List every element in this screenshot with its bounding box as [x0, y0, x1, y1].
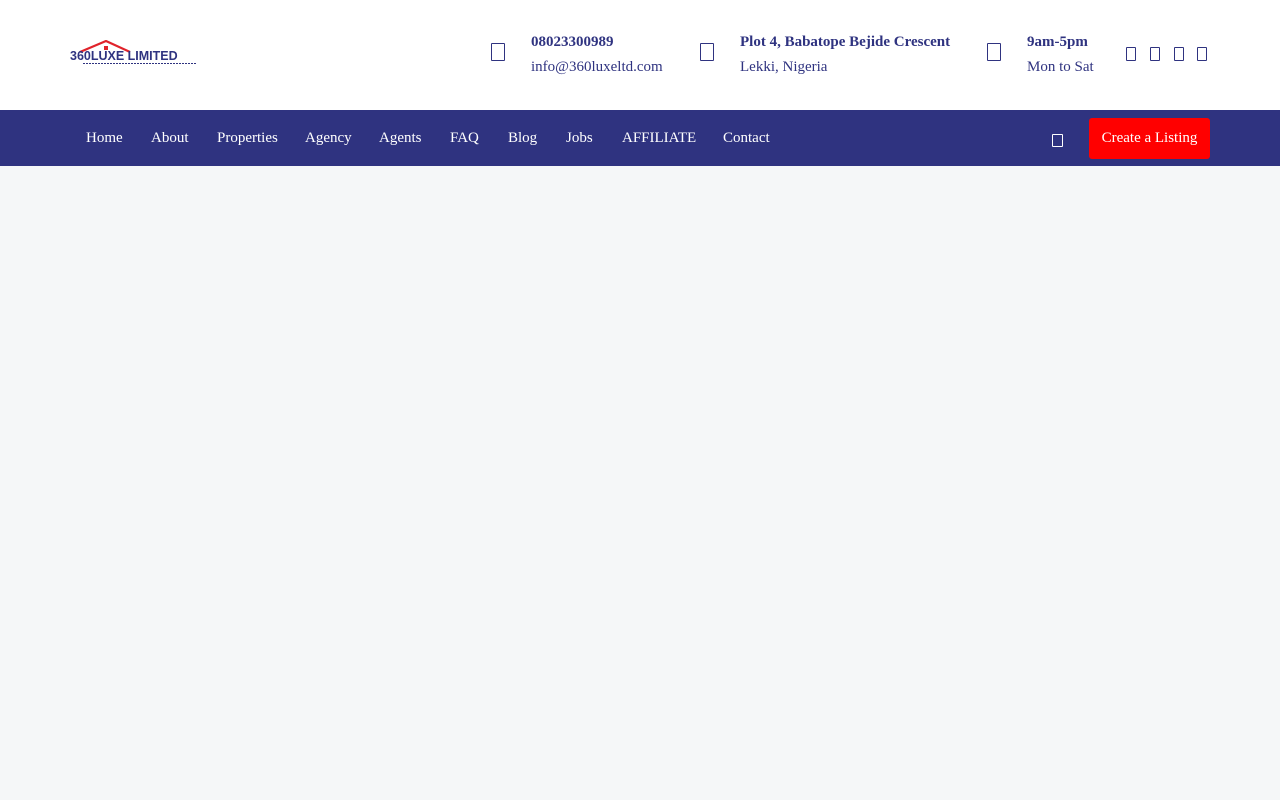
- nav-about[interactable]: About: [151, 129, 189, 147]
- nav-contact[interactable]: Contact: [723, 129, 770, 147]
- facebook-icon[interactable]: [1126, 47, 1136, 61]
- nav-faq[interactable]: FAQ: [450, 129, 479, 147]
- nav-properties[interactable]: Properties: [217, 129, 278, 147]
- clock-icon: [987, 43, 1001, 61]
- create-listing-button[interactable]: Create a Listing: [1089, 118, 1210, 159]
- address-city: Lekki, Nigeria: [740, 59, 828, 75]
- page-content: [0, 166, 1280, 800]
- nav-agency[interactable]: Agency: [305, 129, 352, 147]
- twitter-icon[interactable]: [1150, 47, 1160, 61]
- email-address[interactable]: info@360luxeltd.com: [531, 57, 663, 77]
- phone-number[interactable]: 08023300989: [531, 32, 614, 52]
- nav-affiliate[interactable]: AFFILIATE: [622, 129, 696, 147]
- address-street: Plot 4, Babatope Bejide Crescent: [740, 34, 951, 50]
- top-header: 360LUXE LIMITED 08023300989 info@360luxe…: [0, 0, 1280, 110]
- nav-blog[interactable]: Blog: [508, 129, 537, 147]
- phone-icon: [491, 43, 505, 61]
- main-nav: Home About Properties Agency Agents FAQ …: [0, 110, 1280, 166]
- location-icon: [700, 43, 714, 61]
- hours-days: Mon to Sat: [1027, 59, 1094, 75]
- logo-graphic: 360LUXE LIMITED: [70, 40, 196, 64]
- nav-agents[interactable]: Agents: [379, 129, 422, 147]
- site-logo[interactable]: 360LUXE LIMITED: [70, 40, 200, 66]
- nav-jobs[interactable]: Jobs: [566, 129, 593, 147]
- hours-time: 9am-5pm: [1027, 34, 1088, 50]
- nav-home[interactable]: Home: [86, 129, 123, 147]
- search-icon[interactable]: [1052, 134, 1063, 147]
- linkedin-icon[interactable]: [1197, 47, 1207, 61]
- logo-text: 360LUXE LIMITED: [70, 49, 178, 63]
- instagram-icon[interactable]: [1174, 47, 1184, 61]
